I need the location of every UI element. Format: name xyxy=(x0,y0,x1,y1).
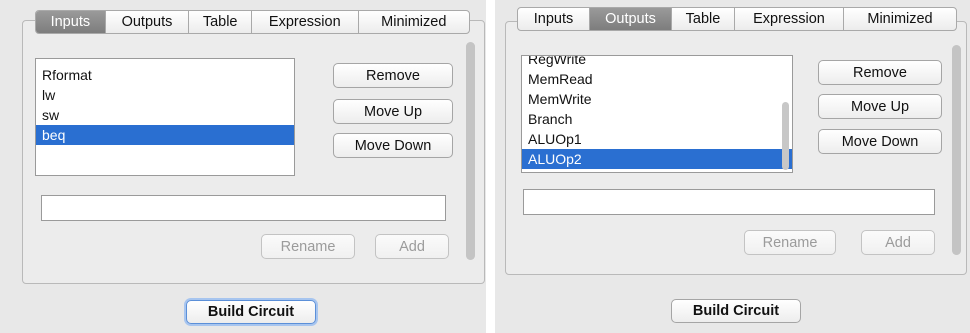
build-circuit-button[interactable]: Build Circuit xyxy=(671,299,801,323)
tab-table[interactable]: Table xyxy=(672,8,735,30)
list-item[interactable]: MemRead xyxy=(522,69,792,89)
variable-list[interactable]: Rformat lw sw beq xyxy=(35,58,295,176)
window-gap xyxy=(486,0,495,333)
analyze-circuit-window-inputs: Inputs Outputs Table Expression Minimize… xyxy=(0,0,486,333)
panel-scrollbar[interactable] xyxy=(466,42,475,260)
rename-button[interactable]: Rename xyxy=(744,230,836,255)
analyze-circuit-window-outputs: Inputs Outputs Table Expression Minimize… xyxy=(495,0,970,333)
tab-outputs[interactable]: Outputs xyxy=(590,8,672,30)
variable-name-field[interactable] xyxy=(41,195,446,221)
add-button[interactable]: Add xyxy=(861,230,935,255)
tab-bar: Inputs Outputs Table Expression Minimize… xyxy=(35,10,470,34)
list-item[interactable]: MemWrite xyxy=(522,89,792,109)
move-down-button[interactable]: Move Down xyxy=(333,133,453,158)
list-item[interactable]: sw xyxy=(36,105,294,125)
variable-list[interactable]: RegWrite MemRead MemWrite Branch ALUOp1 … xyxy=(521,55,793,173)
list-item[interactable]: Rformat xyxy=(36,65,294,85)
list-item[interactable]: Branch xyxy=(522,109,792,129)
list-item[interactable]: ALUOp1 xyxy=(522,129,792,149)
panel-scrollbar-thumb[interactable] xyxy=(952,45,961,255)
panel-scrollbar[interactable] xyxy=(952,45,961,255)
list-item[interactable]: beq xyxy=(36,125,294,145)
tab-inputs[interactable]: Inputs xyxy=(36,11,106,33)
tab-outputs[interactable]: Outputs xyxy=(106,11,190,33)
list-item[interactable]: lw xyxy=(36,85,294,105)
add-button[interactable]: Add xyxy=(375,234,449,259)
tab-expression[interactable]: Expression xyxy=(735,8,844,30)
tab-expression[interactable]: Expression xyxy=(252,11,359,33)
list-scrollbar-thumb[interactable] xyxy=(782,102,789,170)
move-down-button[interactable]: Move Down xyxy=(818,129,942,154)
tab-bar: Inputs Outputs Table Expression Minimize… xyxy=(517,7,957,31)
build-circuit-button[interactable]: Build Circuit xyxy=(186,300,316,324)
tab-inputs[interactable]: Inputs xyxy=(518,8,590,30)
tab-minimized[interactable]: Minimized xyxy=(844,8,956,30)
rename-button[interactable]: Rename xyxy=(261,234,355,259)
move-up-button[interactable]: Move Up xyxy=(818,94,942,119)
move-up-button[interactable]: Move Up xyxy=(333,99,453,124)
remove-button[interactable]: Remove xyxy=(818,60,942,85)
remove-button[interactable]: Remove xyxy=(333,63,453,88)
panel-scrollbar-thumb[interactable] xyxy=(466,42,475,260)
tab-table[interactable]: Table xyxy=(189,11,253,33)
variable-name-field[interactable] xyxy=(523,189,935,215)
tab-minimized[interactable]: Minimized xyxy=(359,11,469,33)
list-item[interactable]: RegWrite xyxy=(522,56,792,69)
list-item[interactable]: ALUOp2 xyxy=(522,149,792,169)
